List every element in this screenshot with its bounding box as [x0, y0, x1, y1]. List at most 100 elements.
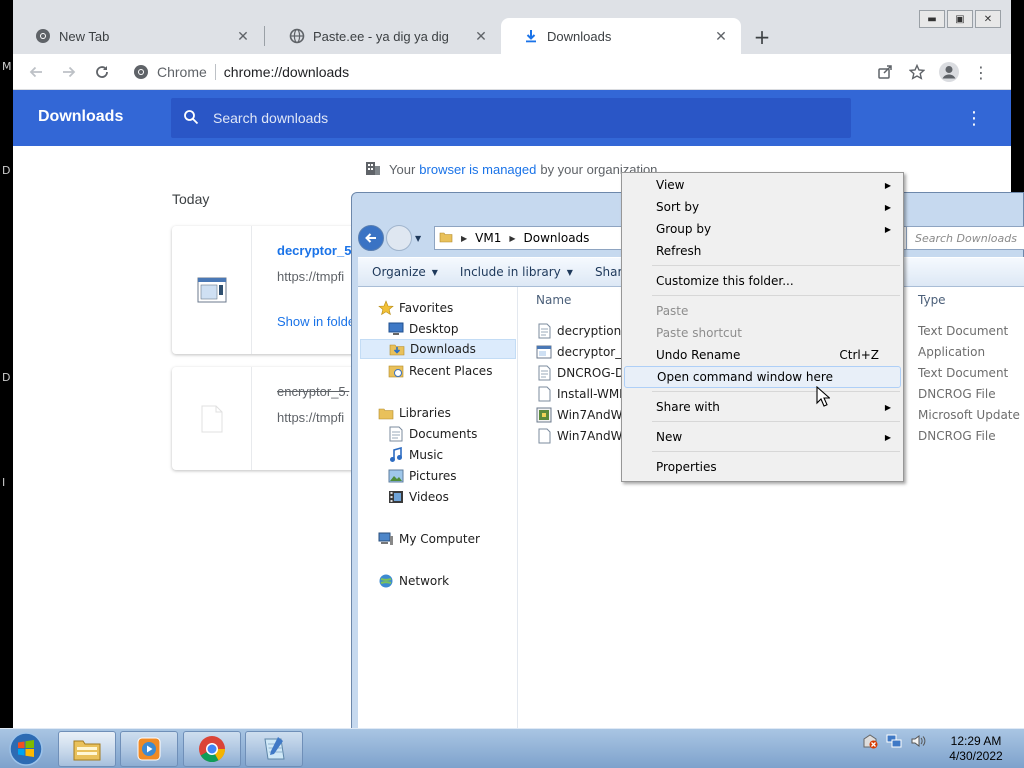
- forward-icon[interactable]: [386, 225, 412, 251]
- file-row[interactable]: decryption_: [536, 321, 627, 341]
- menu-item-undo-rename[interactable]: Undo Rename Ctrl+Z: [624, 344, 901, 366]
- taskbar-notepad[interactable]: [245, 731, 303, 767]
- tree-my-computer[interactable]: My Computer: [378, 529, 480, 549]
- recent-places-icon: [388, 363, 404, 379]
- tree-downloads[interactable]: Downloads: [360, 339, 516, 359]
- close-icon[interactable]: ✕: [975, 10, 1001, 28]
- menu-item-group-by[interactable]: Group by ▶: [624, 218, 901, 240]
- search-input[interactable]: [213, 110, 813, 126]
- building-icon: [365, 160, 381, 179]
- file-type: Microsoft Update ...: [918, 408, 1024, 422]
- file-type: Text Document: [918, 366, 1009, 380]
- managed-link[interactable]: browser is managed: [419, 162, 536, 177]
- download-filename[interactable]: decryptor_5.: [277, 243, 355, 258]
- action-center-icon[interactable]: [862, 733, 878, 752]
- minimize-icon[interactable]: ▬: [919, 10, 945, 28]
- tab-downloads[interactable]: Downloads ✕: [501, 18, 741, 54]
- tree-libraries[interactable]: Libraries: [378, 403, 451, 423]
- file-row[interactable]: Win7AndW2: [536, 405, 630, 425]
- taskbar-file-explorer[interactable]: [58, 731, 116, 767]
- column-header-name[interactable]: Name: [536, 293, 571, 307]
- breadcrumb-downloads[interactable]: Downloads: [524, 231, 590, 245]
- share-icon[interactable]: [871, 58, 899, 86]
- managed-notice: Your browser is managed by your organiza…: [365, 160, 657, 179]
- forward-icon[interactable]: [55, 58, 83, 86]
- videos-icon: [388, 489, 404, 505]
- back-icon[interactable]: [358, 225, 384, 251]
- file-row[interactable]: Win7AndW2: [536, 426, 630, 446]
- menu-item-view[interactable]: View ▶: [624, 174, 901, 196]
- download-filename[interactable]: encryptor_5.: [277, 384, 349, 399]
- taskbar-media-player[interactable]: [120, 731, 178, 767]
- tree-pictures[interactable]: Pictures: [388, 466, 457, 486]
- more-options-icon[interactable]: ⋮: [965, 108, 983, 129]
- breadcrumb-vm1[interactable]: VM1: [475, 231, 501, 245]
- tree-music[interactable]: Music: [388, 445, 443, 465]
- recent-pages-chevron-icon[interactable]: ▼: [415, 234, 421, 243]
- blank-file-icon: [536, 386, 552, 402]
- menu-item-new[interactable]: New ▶: [624, 426, 901, 448]
- dropdown-arrow-icon: ▼: [431, 267, 438, 277]
- file-row[interactable]: decryptor_5.: [536, 342, 633, 362]
- tree-recent-places[interactable]: Recent Places: [388, 361, 492, 381]
- menu-item-open-command-window[interactable]: Open command window here: [624, 366, 901, 388]
- tree-network[interactable]: Network: [378, 571, 449, 591]
- new-tab-button[interactable]: +: [749, 24, 775, 50]
- dropdown-arrow-icon: ▼: [566, 267, 573, 277]
- file-row[interactable]: DNCROG-DI: [536, 363, 628, 383]
- explorer-search-input[interactable]: Search Downloads: [906, 226, 1024, 250]
- close-tab-icon[interactable]: ✕: [235, 28, 251, 44]
- taskbar-chrome[interactable]: [183, 731, 241, 767]
- maximize-icon[interactable]: ▣: [947, 10, 973, 28]
- close-tab-icon[interactable]: ✕: [473, 28, 489, 44]
- volume-icon[interactable]: [910, 733, 926, 752]
- menu-item-customize-folder[interactable]: Customize this folder...: [624, 270, 901, 292]
- download-url[interactable]: https://tmpfi: [277, 269, 344, 284]
- system-clock[interactable]: 12:29 AM 4/30/2022: [944, 734, 1008, 764]
- folder-icon: [439, 230, 453, 247]
- breadcrumb-arrow-icon[interactable]: ▶: [509, 234, 515, 243]
- file-type: DNCROG File: [918, 387, 996, 401]
- tab-new-tab[interactable]: New Tab ✕: [13, 18, 263, 54]
- tab-paste-ee[interactable]: Paste.ee - ya dig ya dig ✕: [267, 18, 501, 54]
- menu-item-sort-by[interactable]: Sort by ▶: [624, 196, 901, 218]
- back-icon[interactable]: [22, 58, 50, 86]
- mouse-cursor-icon: [816, 386, 830, 407]
- tree-desktop[interactable]: Desktop: [388, 319, 459, 339]
- menu-item-paste: Paste: [656, 304, 689, 318]
- close-tab-icon[interactable]: ✕: [713, 28, 729, 44]
- tree-documents[interactable]: Documents: [388, 424, 477, 444]
- clock-date: 4/30/2022: [949, 749, 1003, 763]
- submenu-arrow-icon: ▶: [884, 202, 891, 212]
- reload-icon[interactable]: [88, 58, 116, 86]
- browser-toolbar: Chrome chrome://downloads ⋮: [13, 54, 1011, 90]
- bookmark-star-icon[interactable]: [903, 58, 931, 86]
- breadcrumb-arrow-icon[interactable]: ▶: [461, 234, 467, 243]
- profile-avatar-icon[interactable]: [935, 58, 963, 86]
- show-in-folder-link[interactable]: Show in folde: [277, 314, 355, 329]
- menu-item-share-with[interactable]: Share with ▶: [624, 396, 901, 418]
- file-explorer-icon: [73, 740, 101, 761]
- share-with-button[interactable]: Shar: [595, 265, 623, 279]
- download-url[interactable]: https://tmpfi: [277, 410, 344, 425]
- include-in-library-button[interactable]: Include in library ▼: [460, 265, 573, 279]
- update-file-icon: [536, 407, 552, 423]
- tree-favorites[interactable]: Favorites: [378, 298, 453, 318]
- network-status-icon[interactable]: [886, 733, 902, 752]
- start-button[interactable]: [6, 731, 46, 767]
- page-title: Downloads: [38, 108, 124, 125]
- navigation-pane: Favorites Desktop Downloads Recent Place…: [358, 287, 518, 731]
- chrome-menu-icon[interactable]: ⋮: [967, 58, 995, 86]
- media-player-icon: [137, 737, 161, 761]
- music-icon: [388, 447, 404, 463]
- organize-button[interactable]: Organize ▼: [372, 265, 438, 279]
- column-header-type[interactable]: Type: [918, 293, 946, 307]
- network-icon: [378, 573, 394, 589]
- file-row[interactable]: Install-WMF: [536, 384, 626, 404]
- menu-item-properties[interactable]: Properties: [624, 456, 901, 478]
- menu-item-refresh[interactable]: Refresh: [624, 240, 901, 262]
- chrome-icon: [199, 736, 226, 763]
- tree-videos[interactable]: Videos: [388, 487, 449, 507]
- downloads-search-box[interactable]: [171, 98, 851, 138]
- date-section-header: Today: [172, 191, 210, 207]
